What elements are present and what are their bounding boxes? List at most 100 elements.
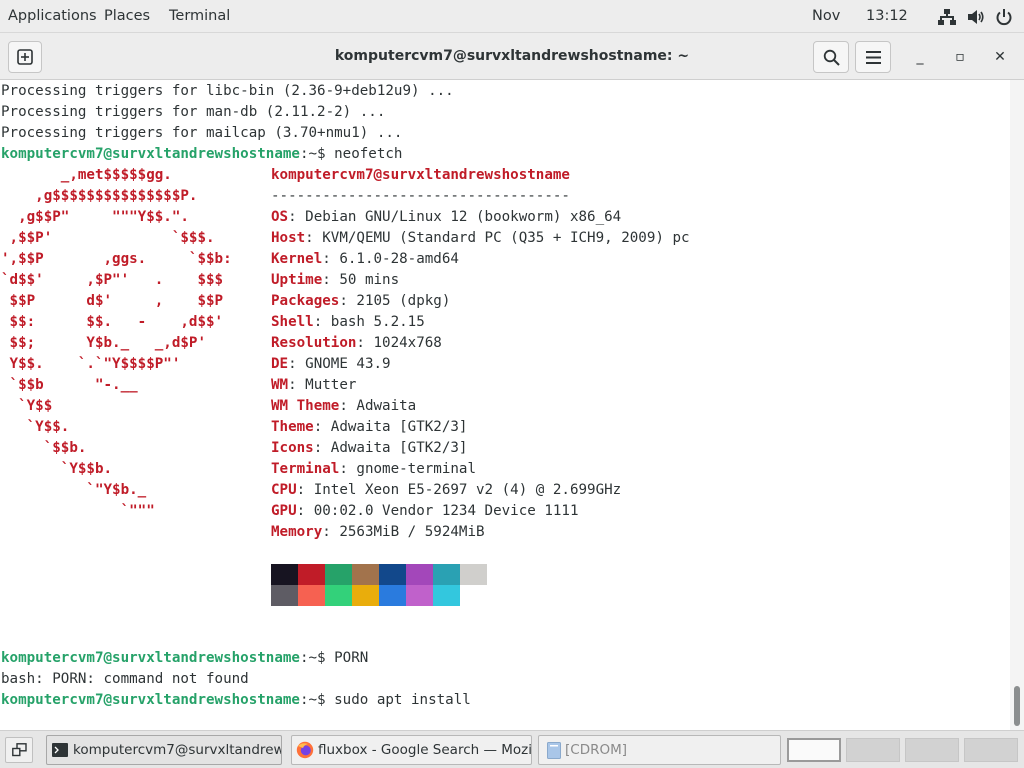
info-key: WM xyxy=(271,377,289,393)
logo-line: `Y$$ xyxy=(1,398,53,414)
workspace-2[interactable] xyxy=(846,738,900,762)
info-row: GPU: 00:02.0 Vendor 1234 Device 1111 xyxy=(271,501,579,522)
terminal-scrollbar[interactable] xyxy=(1010,80,1024,730)
logo-line: ,g$$P" """Y$$.". xyxy=(1,209,189,225)
window-title: komputercvm7@survxltandrewshostname: ~ xyxy=(334,48,690,64)
output-line: Processing triggers for libc-bin (2.36-9… xyxy=(1,83,454,99)
task-label: fluxbox - Google Search — Mozi… xyxy=(318,742,532,758)
power-icon[interactable] xyxy=(995,8,1013,26)
info-value: : 2105 (dpkg) xyxy=(339,293,451,309)
info-value: : Mutter xyxy=(288,377,357,393)
info-row: Resolution: 1024x768 xyxy=(271,333,442,354)
taskbar-cdrom[interactable]: [CDROM] xyxy=(538,735,781,765)
color-swatch xyxy=(325,585,352,606)
maximize-button[interactable]: ▫ xyxy=(944,41,976,73)
menu-button[interactable] xyxy=(855,41,891,73)
color-swatch xyxy=(271,585,298,606)
color-swatch xyxy=(352,585,379,606)
prompt-user: komputercvm7@survxltandrewshostname xyxy=(1,692,300,708)
info-value: : Adwaita [GTK2/3] xyxy=(313,419,468,435)
show-desktop-button[interactable] xyxy=(5,737,33,763)
info-title: komputercvm7@survxltandrewshostname xyxy=(271,167,570,183)
info-key: Kernel xyxy=(271,251,323,267)
search-button[interactable] xyxy=(813,41,849,73)
command-text: neofetch xyxy=(334,146,403,162)
info-key: DE xyxy=(271,356,289,372)
logo-line: `Y$$. xyxy=(1,419,70,435)
color-swatch xyxy=(406,564,433,585)
logo-line: `""" xyxy=(1,503,155,519)
info-row: Terminal: gnome-terminal xyxy=(271,459,476,480)
terminal-titlebar: komputercvm7@survxltandrewshostname: ~ _… xyxy=(0,33,1024,80)
info-value: : 1024x768 xyxy=(356,335,442,351)
terminal-app-menu[interactable]: Terminal xyxy=(169,0,230,33)
show-desktop-icon xyxy=(12,743,27,757)
info-key: Host xyxy=(271,230,306,246)
prompt-separator: :~$ xyxy=(299,650,335,666)
prompt-separator: :~$ xyxy=(299,146,335,162)
info-row: Memory: 2563MiB / 5924MiB xyxy=(271,522,485,543)
new-tab-button[interactable] xyxy=(8,41,42,73)
logo-line: `"Y$b._ xyxy=(1,482,147,498)
prompt-separator: :~$ xyxy=(299,692,335,708)
color-swatch xyxy=(298,585,325,606)
applications-menu[interactable]: Applications xyxy=(8,0,97,33)
network-icon[interactable] xyxy=(938,8,956,26)
workspace-4[interactable] xyxy=(964,738,1018,762)
terminal-view[interactable]: Processing triggers for libc-bin (2.36-9… xyxy=(0,80,1010,730)
info-value: : 2563MiB / 5924MiB xyxy=(322,524,485,540)
info-key: Packages xyxy=(271,293,340,309)
cdrom-file-manager-icon xyxy=(547,742,561,759)
info-key: Shell xyxy=(271,314,314,330)
logo-line: ',$$P ,ggs. `$$b: xyxy=(1,251,232,267)
info-value: : Debian GNU/Linux 12 (bookworm) x86_64 xyxy=(288,209,622,225)
color-swatch xyxy=(352,564,379,585)
logo-line: ,g$$$$$$$$$$$$$$$P. xyxy=(1,188,198,204)
output-line: Processing triggers for man-db (2.11.2-2… xyxy=(1,104,386,120)
info-value: : Adwaita xyxy=(339,398,417,414)
scrollbar-thumb[interactable] xyxy=(1014,686,1020,726)
task-label: [CDROM] xyxy=(565,742,628,758)
info-key: OS xyxy=(271,209,289,225)
info-key: Resolution xyxy=(271,335,357,351)
search-icon xyxy=(823,49,840,66)
info-value: : 00:02.0 Vendor 1234 Device 1111 xyxy=(296,503,579,519)
info-key: Uptime xyxy=(271,272,323,288)
info-key: WM Theme xyxy=(271,398,340,414)
info-value: : GNOME 43.9 xyxy=(288,356,391,372)
logo-line: `$$b. xyxy=(1,440,87,456)
places-menu[interactable]: Places xyxy=(104,0,150,33)
prompt-user: komputercvm7@survxltandrewshostname xyxy=(1,650,300,666)
info-row: Uptime: 50 mins xyxy=(271,270,399,291)
info-value: : KVM/QEMU (Standard PC (Q35 + ICH9, 200… xyxy=(305,230,690,246)
terminal-icon xyxy=(52,743,68,757)
info-dashes: ----------------------------------- xyxy=(271,188,570,204)
workspace-1[interactable] xyxy=(787,738,841,762)
prompt-line: komputercvm7@survxltandrewshostname:~$ n… xyxy=(1,144,402,165)
logo-line: `$$b "-.__ xyxy=(1,377,138,393)
close-button[interactable]: ✕ xyxy=(984,41,1016,73)
logo-line: `Y$$b. xyxy=(1,461,113,477)
taskbar-terminal[interactable]: komputercvm7@survxltandrew… xyxy=(46,735,282,765)
command-text: PORN xyxy=(334,650,369,666)
info-value: : 50 mins xyxy=(322,272,400,288)
prompt-line: komputercvm7@survxltandrewshostname:~$ P… xyxy=(1,648,368,669)
clock-date: Nov 24 xyxy=(812,8,841,57)
logo-line: Y$$. `.`"Y$$$$P"' xyxy=(1,356,181,372)
top-panel: Applications Places Terminal Nov 24 13:1… xyxy=(0,0,1024,57)
volume-icon[interactable] xyxy=(967,8,985,26)
info-row: CPU: Intel Xeon E5-2697 v2 (4) @ 2.699GH… xyxy=(271,480,621,501)
clock-time: 13:12 xyxy=(866,8,908,24)
info-value: : Adwaita [GTK2/3] xyxy=(313,440,468,456)
command-input[interactable]: sudo apt install xyxy=(334,692,471,708)
color-swatch xyxy=(379,564,406,585)
info-row: DE: GNOME 43.9 xyxy=(271,354,391,375)
info-row: Icons: Adwaita [GTK2/3] xyxy=(271,438,467,459)
taskbar-firefox[interactable]: fluxbox - Google Search — Mozi… xyxy=(291,735,532,765)
minimize-button[interactable]: _ xyxy=(904,41,936,73)
workspace-3[interactable] xyxy=(905,738,959,762)
logo-line: _,met$$$$$gg. xyxy=(1,167,172,183)
color-swatch xyxy=(433,585,460,606)
logo-line: $$P d$' , $$P xyxy=(1,293,224,309)
logo-line: $$: $$. - ,d$$' xyxy=(1,314,224,330)
